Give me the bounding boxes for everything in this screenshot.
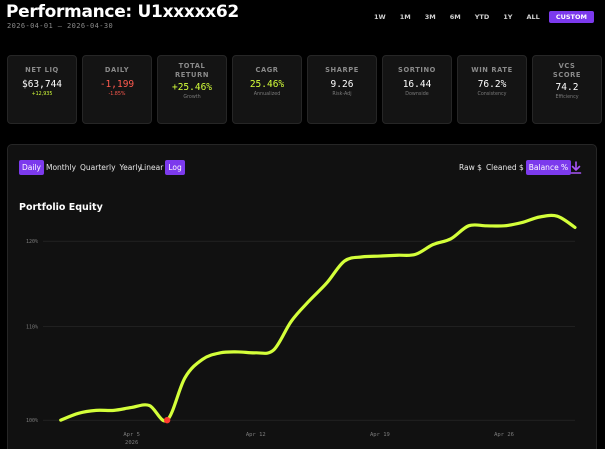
cagr-card: CAGR 25.46% Annualized — [232, 55, 302, 124]
card-label: VCS SCORE — [533, 62, 601, 80]
card-label: NET LIQ — [25, 66, 59, 74]
card-label-line-2: SCORE — [552, 71, 582, 79]
net-liq-card: NET LIQ $63,744 +12,935 — [7, 55, 77, 124]
equity-chart: 100% 110% 120% Apr 5 2026 Apr 12 Apr 19 Apr 26 — [26, 213, 577, 446]
equity-panel: Daily Monthly Quarterly Yearly Linear Lo… — [7, 144, 597, 449]
y-tick-label: 120% — [26, 239, 38, 245]
range-3m-button[interactable]: 3M — [420, 11, 441, 23]
daily-card: DAILY -1,199 -1.85% — [82, 55, 152, 124]
card-label-line-1: VCS — [558, 62, 576, 70]
range-all-button[interactable]: ALL — [521, 11, 544, 23]
x-tick-label: Apr 5 — [123, 432, 140, 438]
y-tick-label: 100% — [26, 418, 38, 424]
range-ytd-button[interactable]: YTD — [470, 11, 495, 23]
range-1w-button[interactable]: 1W — [369, 11, 391, 23]
card-label-line-1: TOTAL — [178, 62, 206, 70]
card-sub: Consistency — [477, 92, 507, 97]
card-value: $63,744 — [21, 79, 63, 90]
y-tick-label: 110% — [26, 325, 38, 331]
card-value: -1,199 — [99, 79, 135, 90]
card-label: WIN RATE — [471, 66, 513, 74]
sharpe-card: SHARPE 9.26 Risk-Adj — [307, 55, 377, 124]
range-6m-button[interactable]: 6M — [445, 11, 466, 23]
card-label: SORTINO — [398, 66, 436, 74]
date-range: 2026-04-01 — 2026-04-30 — [7, 22, 114, 30]
card-sub: -1.85% — [108, 92, 126, 97]
range-1m-button[interactable]: 1M — [395, 11, 416, 23]
range-custom-button[interactable]: CUSTOM — [548, 11, 594, 23]
card-value: 9.26 — [330, 79, 354, 90]
card-value: 76.2% — [477, 79, 507, 90]
card-value: 16.44 — [402, 79, 432, 90]
card-label: SHARPE — [325, 66, 359, 74]
card-label-line-2: RETURN — [174, 71, 210, 79]
card-value: +25.46% — [171, 82, 213, 93]
card-value: 25.46% — [249, 79, 285, 90]
x-tick-label: Apr 12 — [246, 432, 266, 438]
win-rate-card: WIN RATE 76.2% Consistency — [457, 55, 527, 124]
metric-cards: NET LIQ $63,744 +12,935 DAILY -1,199 -1.… — [7, 55, 602, 124]
page-title: Performance: U1xxxxx62 — [6, 2, 239, 22]
card-label: CAGR — [255, 66, 279, 74]
range-1y-button[interactable]: 1Y — [498, 11, 517, 23]
card-sub: Risk-Adj — [332, 92, 352, 97]
card-sub: Growth — [183, 95, 201, 100]
equity-line — [59, 213, 577, 423]
total-return-card: TOTAL RETURN +25.46% Growth — [157, 55, 227, 124]
card-sub: Downside — [405, 92, 429, 97]
card-label: DAILY — [104, 66, 130, 74]
sortino-card: SORTINO 16.44 Downside — [382, 55, 452, 124]
x-tick-label: Apr 19 — [370, 432, 390, 438]
card-sub: Annualized — [253, 92, 281, 97]
card-label: TOTAL RETURN — [158, 62, 226, 80]
card-sub: +12,935 — [31, 92, 53, 97]
x-tick-sublabel: 2026 — [125, 440, 138, 446]
card-value: 74.2 — [555, 82, 579, 93]
range-selector: 1W 1M 3M 6M YTD 1Y ALL CUSTOM — [369, 11, 594, 23]
drawdown-marker — [163, 416, 171, 424]
card-sub: Efficiency — [555, 95, 579, 100]
vcs-score-card: VCS SCORE 74.2 Efficiency — [532, 55, 602, 124]
x-tick-label: Apr 26 — [494, 432, 514, 438]
